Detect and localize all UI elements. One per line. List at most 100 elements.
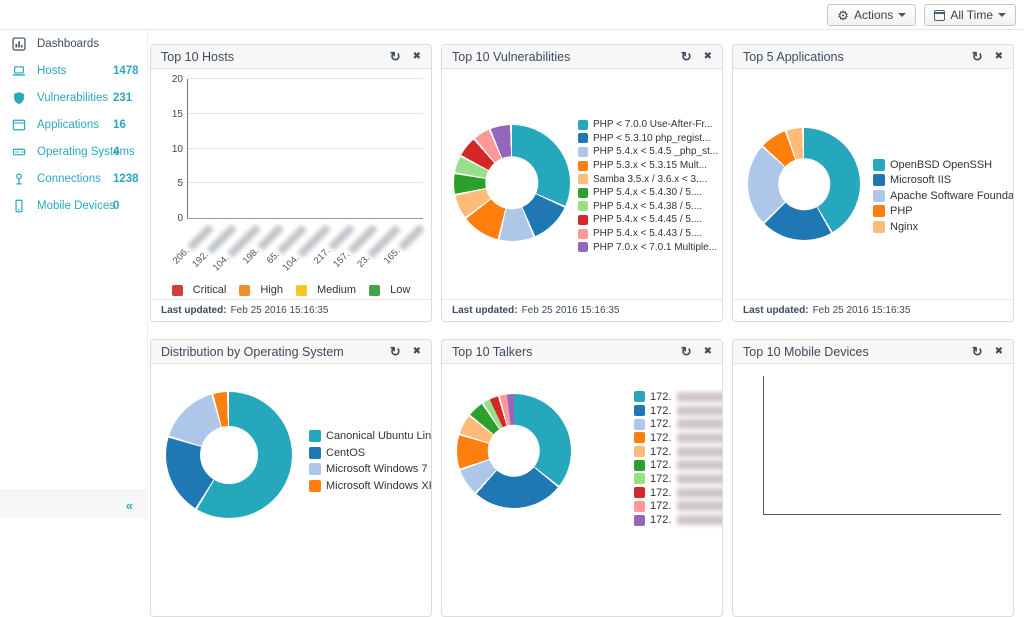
refresh-icon[interactable]: ↻	[681, 345, 692, 358]
hosts-bar-chart[interactable]: 05101520206.192.104.198.65.104.217.157.2…	[151, 69, 431, 299]
operating-system-donut-chart[interactable]: Canonical Ubuntu LinuxCentOSMicrosoft Wi…	[151, 364, 431, 616]
actions-button-label: Actions	[854, 8, 893, 22]
gear-icon: ⚙	[837, 9, 849, 22]
legend-item[interactable]: PHP 5.4.x < 5.4.38 / 5....	[578, 200, 718, 214]
legend-item[interactable]: PHP	[873, 204, 1014, 220]
legend-item[interactable]: 172.	[634, 390, 723, 404]
legend-label: Low	[390, 284, 410, 296]
legend-item[interactable]: 172.	[634, 431, 723, 445]
mobile-icon	[12, 199, 28, 213]
refresh-icon[interactable]: ↻	[390, 345, 401, 358]
applications-donut-chart[interactable]: OpenBSD OpenSSHMicrosoft IISApache Softw…	[733, 69, 1013, 299]
legend-item[interactable]: 172.	[634, 472, 723, 486]
sidebar-item-operating-systems[interactable]: Operating Systems4	[0, 138, 147, 165]
sidebar-item-dashboards[interactable]: Dashboards	[0, 30, 147, 57]
legend-item[interactable]: PHP < 7.0.0 Use-After-Fr...	[578, 118, 718, 132]
legend-item[interactable]: Low	[369, 284, 410, 296]
close-icon[interactable]: ✖	[995, 52, 1003, 62]
vulnerabilities-donut-chart[interactable]: PHP < 7.0.0 Use-After-Fr...PHP < 5.3.10 …	[442, 69, 722, 299]
sidebar-item-label: Mobile Devices	[37, 200, 115, 212]
close-icon[interactable]: ✖	[413, 52, 421, 62]
y-axis-tick: 15	[172, 109, 183, 120]
legend-item[interactable]: Microsoft IIS	[873, 173, 1014, 189]
donut-legend: OpenBSD OpenSSHMicrosoft IISApache Softw…	[873, 157, 1014, 235]
legend-item[interactable]: PHP 5.4.x < 5.4.43 / 5....	[578, 227, 718, 241]
legend-item[interactable]: Samba 3.5.x / 3.6.x < 3....	[578, 172, 718, 186]
legend-swatch	[578, 201, 588, 211]
legend-item[interactable]: PHP 5.4.x < 5.4.45 / 5....	[578, 213, 718, 227]
close-icon[interactable]: ✖	[704, 52, 712, 62]
close-icon[interactable]: ✖	[413, 347, 421, 357]
legend-item[interactable]: 172.	[634, 417, 723, 431]
sidebar-item-applications[interactable]: Applications16	[0, 111, 147, 138]
legend-label: 172.	[650, 418, 671, 430]
talkers-donut-chart[interactable]: 172.172.172.172.172.172.172.172.172.172.	[442, 364, 722, 616]
legend-swatch	[309, 480, 321, 492]
last-updated-label: Last updated:	[743, 305, 809, 316]
legend-item[interactable]: 172.	[634, 404, 723, 418]
donut-chart[interactable]	[457, 394, 571, 508]
legend-item[interactable]: PHP 5.4.x < 5.4.30 / 5....	[578, 186, 718, 200]
donut-chart[interactable]	[454, 125, 570, 241]
panel-top-10-vulnerabilities: Top 10 Vulnerabilities ↻ ✖ PHP < 7.0.0 U…	[441, 44, 723, 322]
sidebar-item-hosts[interactable]: Hosts1478	[0, 57, 147, 84]
legend-item[interactable]: 172.	[634, 513, 723, 527]
panel-header: Top 10 Talkers ↻ ✖	[442, 340, 722, 364]
sidebar: DashboardsHosts1478Vulnerabilities231App…	[0, 30, 148, 519]
panel-title: Top 10 Talkers	[452, 345, 532, 359]
shield-icon	[12, 91, 28, 105]
donut-legend: Canonical Ubuntu LinuxCentOSMicrosoft Wi…	[309, 428, 432, 494]
donut-hole	[200, 426, 258, 484]
legend-item[interactable]: Medium	[296, 284, 356, 296]
all-time-button[interactable]: All Time	[924, 4, 1016, 26]
caret-down-icon	[998, 13, 1006, 17]
legend-item[interactable]: OpenBSD OpenSSH	[873, 157, 1014, 173]
legend-item[interactable]: PHP 7.0.x < 7.0.1 Multiple...	[578, 240, 718, 254]
legend-item[interactable]: Apache Software Founda...	[873, 188, 1014, 204]
legend-swatch	[634, 473, 645, 484]
legend-item[interactable]: Nginx	[873, 219, 1014, 235]
legend-label: 172.	[650, 405, 671, 417]
legend-swatch	[873, 190, 885, 202]
legend-swatch	[578, 229, 588, 239]
sidebar-item-connections[interactable]: Connections1238	[0, 165, 147, 192]
legend-label: PHP < 5.3.10 php_regist...	[593, 133, 710, 144]
legend-label: Nginx	[890, 221, 918, 233]
refresh-icon[interactable]: ↻	[390, 50, 401, 63]
sidebar-item-mobile-devices[interactable]: Mobile Devices0	[0, 192, 147, 219]
donut-chart[interactable]	[166, 392, 292, 518]
bar-groups	[188, 79, 423, 218]
sidebar-item-vulnerabilities[interactable]: Vulnerabilities231	[0, 84, 147, 111]
donut-chart[interactable]	[748, 128, 860, 240]
legend-item[interactable]: Critical	[172, 284, 227, 296]
actions-button[interactable]: ⚙ Actions	[827, 4, 916, 26]
legend-item[interactable]: PHP 5.4.x < 5.4.5 _php_st...	[578, 145, 718, 159]
legend-swatch	[578, 215, 588, 225]
last-updated-value: Feb 25 2016 15:16:35	[522, 305, 620, 316]
panel-header: Top 10 Vulnerabilities ↻ ✖	[442, 45, 722, 69]
legend-item[interactable]: 172.	[634, 458, 723, 472]
sidebar-collapse-button[interactable]: «	[126, 498, 133, 513]
close-icon[interactable]: ✖	[704, 347, 712, 357]
legend-item[interactable]: High	[239, 284, 283, 296]
legend-item[interactable]: 172.	[634, 486, 723, 500]
legend-item[interactable]: Microsoft Windows XP	[309, 478, 432, 495]
legend-item[interactable]: PHP 5.3.x < 5.3.15 Mult...	[578, 159, 718, 173]
legend-item[interactable]: CentOS	[309, 445, 432, 462]
legend-item[interactable]: 172.	[634, 500, 723, 514]
legend-item[interactable]: Canonical Ubuntu Linux	[309, 428, 432, 445]
close-icon[interactable]: ✖	[995, 347, 1003, 357]
legend-label: 172.	[650, 391, 671, 403]
legend-label: Canonical Ubuntu Linux	[326, 430, 432, 442]
refresh-icon[interactable]: ↻	[681, 50, 692, 63]
refresh-icon[interactable]: ↻	[972, 345, 983, 358]
legend-item[interactable]: PHP < 5.3.10 php_regist...	[578, 132, 718, 146]
legend-swatch	[873, 174, 885, 186]
sidebar-nav: DashboardsHosts1478Vulnerabilities231App…	[0, 30, 147, 219]
blurred-label-blob	[677, 515, 723, 525]
refresh-icon[interactable]: ↻	[972, 50, 983, 63]
legend-swatch	[634, 515, 645, 526]
legend-item[interactable]: 172.	[634, 445, 723, 459]
legend-swatch	[172, 285, 183, 296]
legend-item[interactable]: Microsoft Windows 7	[309, 461, 432, 478]
